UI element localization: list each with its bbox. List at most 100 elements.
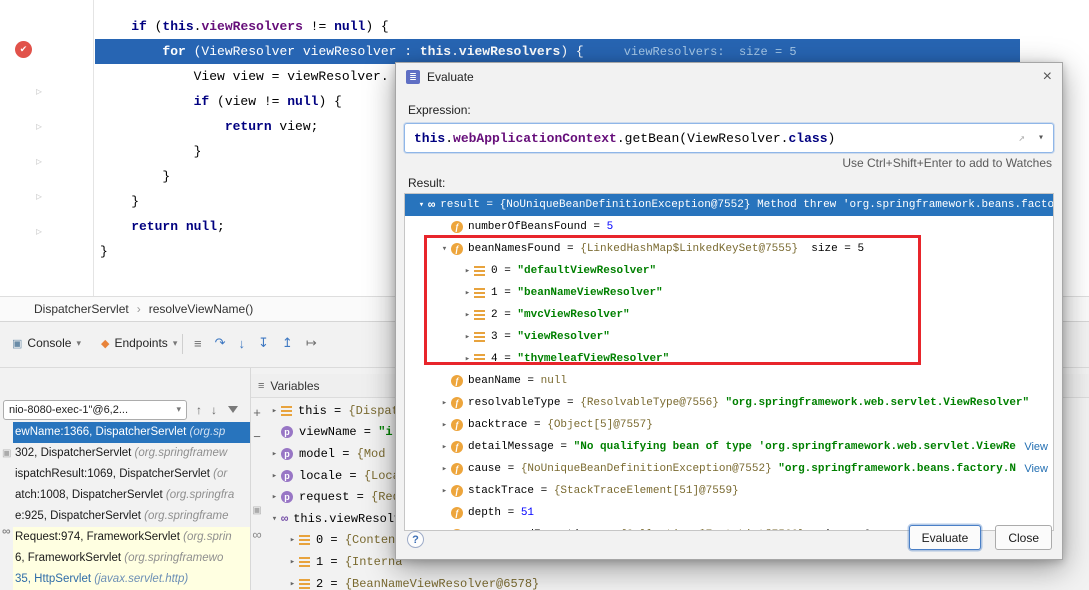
expand-arrow-icon[interactable]: ▸ [438,442,451,452]
stack-frame-row[interactable]: atch:1008, DispatcherServlet (org.spring… [13,485,250,506]
row-text: beanNamesFound = {LinkedHashMap$LinkedKe… [468,243,864,255]
expand-arrow-icon[interactable]: ▸ [286,579,299,589]
stack-frame-row[interactable]: Request:974, FrameworkServlet (org.sprin [13,527,250,548]
result-tree-row[interactable]: ▸fcause = {NoUniqueBeanDefinitionExcepti… [405,458,1053,480]
editor-gutter: ✔ ▹ ▹ ▹ ▹ ▹ [0,0,94,296]
expand-arrow-icon[interactable]: ▸ [461,332,474,342]
result-tree-row[interactable]: fnumberOfBeansFound = 5 [405,216,1053,238]
stack-frame-row[interactable]: 35, HttpServlet (javax.servlet.http) [13,569,250,590]
run-to-cursor-icon[interactable]: ↦ [306,335,317,351]
expression-input[interactable]: this.webApplicationContext.getBean(ViewR… [404,123,1054,153]
breakpoint-icon[interactable]: ✔ [15,41,32,58]
stack-frame-row[interactable]: ewName:1366, DispatcherServlet (org.sp [13,422,250,443]
expand-arrow-icon[interactable]: ▸ [461,310,474,320]
close-icon[interactable]: × [1043,69,1052,85]
expand-arrow-icon[interactable]: ▸ [461,288,474,298]
stack-frame-row[interactable]: ispatchResult:1069, DispatcherServlet (o… [13,464,250,485]
text-segment: 1 [316,555,323,569]
expand-arrow-icon[interactable]: ▸ [268,449,281,459]
text-segment: null [186,219,217,234]
breadcrumb-item-method[interactable]: resolveViewName() [149,302,253,316]
chevron-down-icon[interactable]: ▾ [1038,132,1044,144]
text-segment: = [498,287,518,299]
stack-frame-row[interactable]: e:925, DispatcherServlet (org.springfram… [13,506,250,527]
remove-watch-icon[interactable]: − [253,424,261,448]
text-segment: = [554,441,574,453]
result-tree-row[interactable]: ▸3 = "viewResolver" [405,326,1053,348]
expand-arrow-icon[interactable]: ▸ [461,266,474,276]
endpoints-icon: ◆ [101,337,109,350]
row-text: numberOfBeansFound = 5 [468,221,613,233]
text-segment: {Mod [357,447,386,461]
text-segment: = [534,485,554,497]
evaluate-button[interactable]: Evaluate [909,525,982,550]
expand-arrow-icon[interactable]: ▸ [461,354,474,364]
step-out-icon[interactable]: ↥ [282,335,293,351]
result-tree-row[interactable]: ▸0 = "defaultViewResolver" [405,260,1053,282]
text-segment: null [334,19,365,34]
field-icon: f [451,375,463,387]
result-tree-row[interactable]: fbeanName = null [405,370,1053,392]
expand-editor-icon[interactable]: ↗ [1018,131,1025,145]
result-tree-row[interactable]: fdepth = 51 [405,502,1053,524]
previous-frame-icon[interactable]: ↑ [196,403,202,417]
evaluate-dialog-icon: ≣ [406,70,420,84]
add-watch-icon[interactable]: + [253,400,261,424]
result-tree-row[interactable]: ▾fbeanNamesFound = {LinkedHashMap$Linked… [405,238,1053,260]
layout-settings-icon[interactable]: ≡ [194,336,202,351]
expand-arrow-icon[interactable]: ▸ [268,471,281,481]
gutter-mark-icon: ▹ [36,224,42,238]
result-tree-row[interactable]: ▸1 = "beanNameViewResolver" [405,282,1053,304]
filter-frames-icon[interactable] [228,406,238,413]
expand-arrow-icon[interactable]: ▸ [438,486,451,496]
collapse-arrow-icon[interactable]: ▾ [415,200,428,210]
expand-arrow-icon[interactable]: ▸ [268,492,281,502]
text-segment: return [131,219,186,234]
result-tree-row[interactable]: ▸4 = "thymeleafViewResolver" [405,348,1053,370]
step-over-icon[interactable]: ↷ [215,335,226,351]
expression-value: this.webApplicationContext.getBean(ViewR… [414,131,835,146]
thread-selector[interactable]: nio-8080-exec-1"@6,2... ▾ [3,400,187,420]
watches-icon[interactable]: ∞ [2,524,11,538]
expand-arrow-icon[interactable]: ▸ [268,406,281,416]
result-tree-row[interactable]: ▸fdetailMessage = "No qualifying bean of… [405,436,1053,458]
force-step-into-icon[interactable]: ↧ [258,335,269,351]
text-segment: 0 [316,533,323,547]
step-into-icon[interactable]: ↓ [239,336,246,351]
tab-console[interactable]: ▣ Console ▾ [4,331,89,356]
expand-arrow-icon[interactable]: ▸ [438,420,451,430]
gutter-mark-icon: ▹ [36,84,42,98]
text-segment: cause [468,463,501,475]
copy-icon[interactable]: ▣ [2,448,11,459]
result-tree-row[interactable]: ▸fstackTrace = {StackTraceElement[51]@75… [405,480,1053,502]
tab-endpoints[interactable]: ◆ Endpoints ▾ [93,331,185,356]
view-link[interactable]: View [1016,441,1053,453]
next-frame-icon[interactable]: ↓ [211,403,217,417]
result-tree-row[interactable]: ▾∞result = {NoUniqueBeanDefinitionExcept… [405,194,1053,216]
copy-icon[interactable]: ▣ [252,498,261,522]
row-text: depth = 51 [468,507,534,519]
close-button[interactable]: Close [995,525,1052,550]
text-segment: (view != [217,94,287,109]
variable-row[interactable]: ▸2 = {BeanNameViewResolver@6578} [266,573,1016,590]
result-tree-row[interactable]: ▸fresolvableType = {ResolvableType@7556}… [405,392,1053,414]
expand-arrow-icon[interactable]: ▸ [438,398,451,408]
view-link[interactable]: View [1016,463,1053,475]
result-tree-row[interactable]: ▸2 = "mvcViewResolver" [405,304,1053,326]
collapse-arrow-icon[interactable]: ▾ [438,244,451,254]
breadcrumb-item-class[interactable]: DispatcherServlet [34,302,129,316]
expand-arrow-icon[interactable]: ▸ [438,464,451,474]
array-element-icon [474,310,485,320]
expand-arrow-icon[interactable]: ▸ [286,557,299,567]
help-icon[interactable]: ? [407,531,424,548]
text-segment: {StackTraceElement[51]@7559} [554,485,739,497]
expand-arrow-icon[interactable]: ▸ [286,535,299,545]
stack-frame-row[interactable]: 302, DispatcherServlet (org.springframew [13,443,250,464]
result-tree-row[interactable]: ▸fbacktrace = {Object[5]@7557} [405,414,1053,436]
collapse-arrow-icon[interactable]: ▾ [268,514,281,524]
watches-icon[interactable]: ∞ [252,522,261,546]
expand-arrow-icon[interactable]: ▸ [438,530,451,531]
stack-frame-row[interactable]: 6, FrameworkServlet (org.springframewo [13,548,250,569]
debug-tabs: ▣ Console ▾ ◆ Endpoints ▾ [4,329,185,357]
frame-package: (javax.servlet.http) [94,573,188,585]
